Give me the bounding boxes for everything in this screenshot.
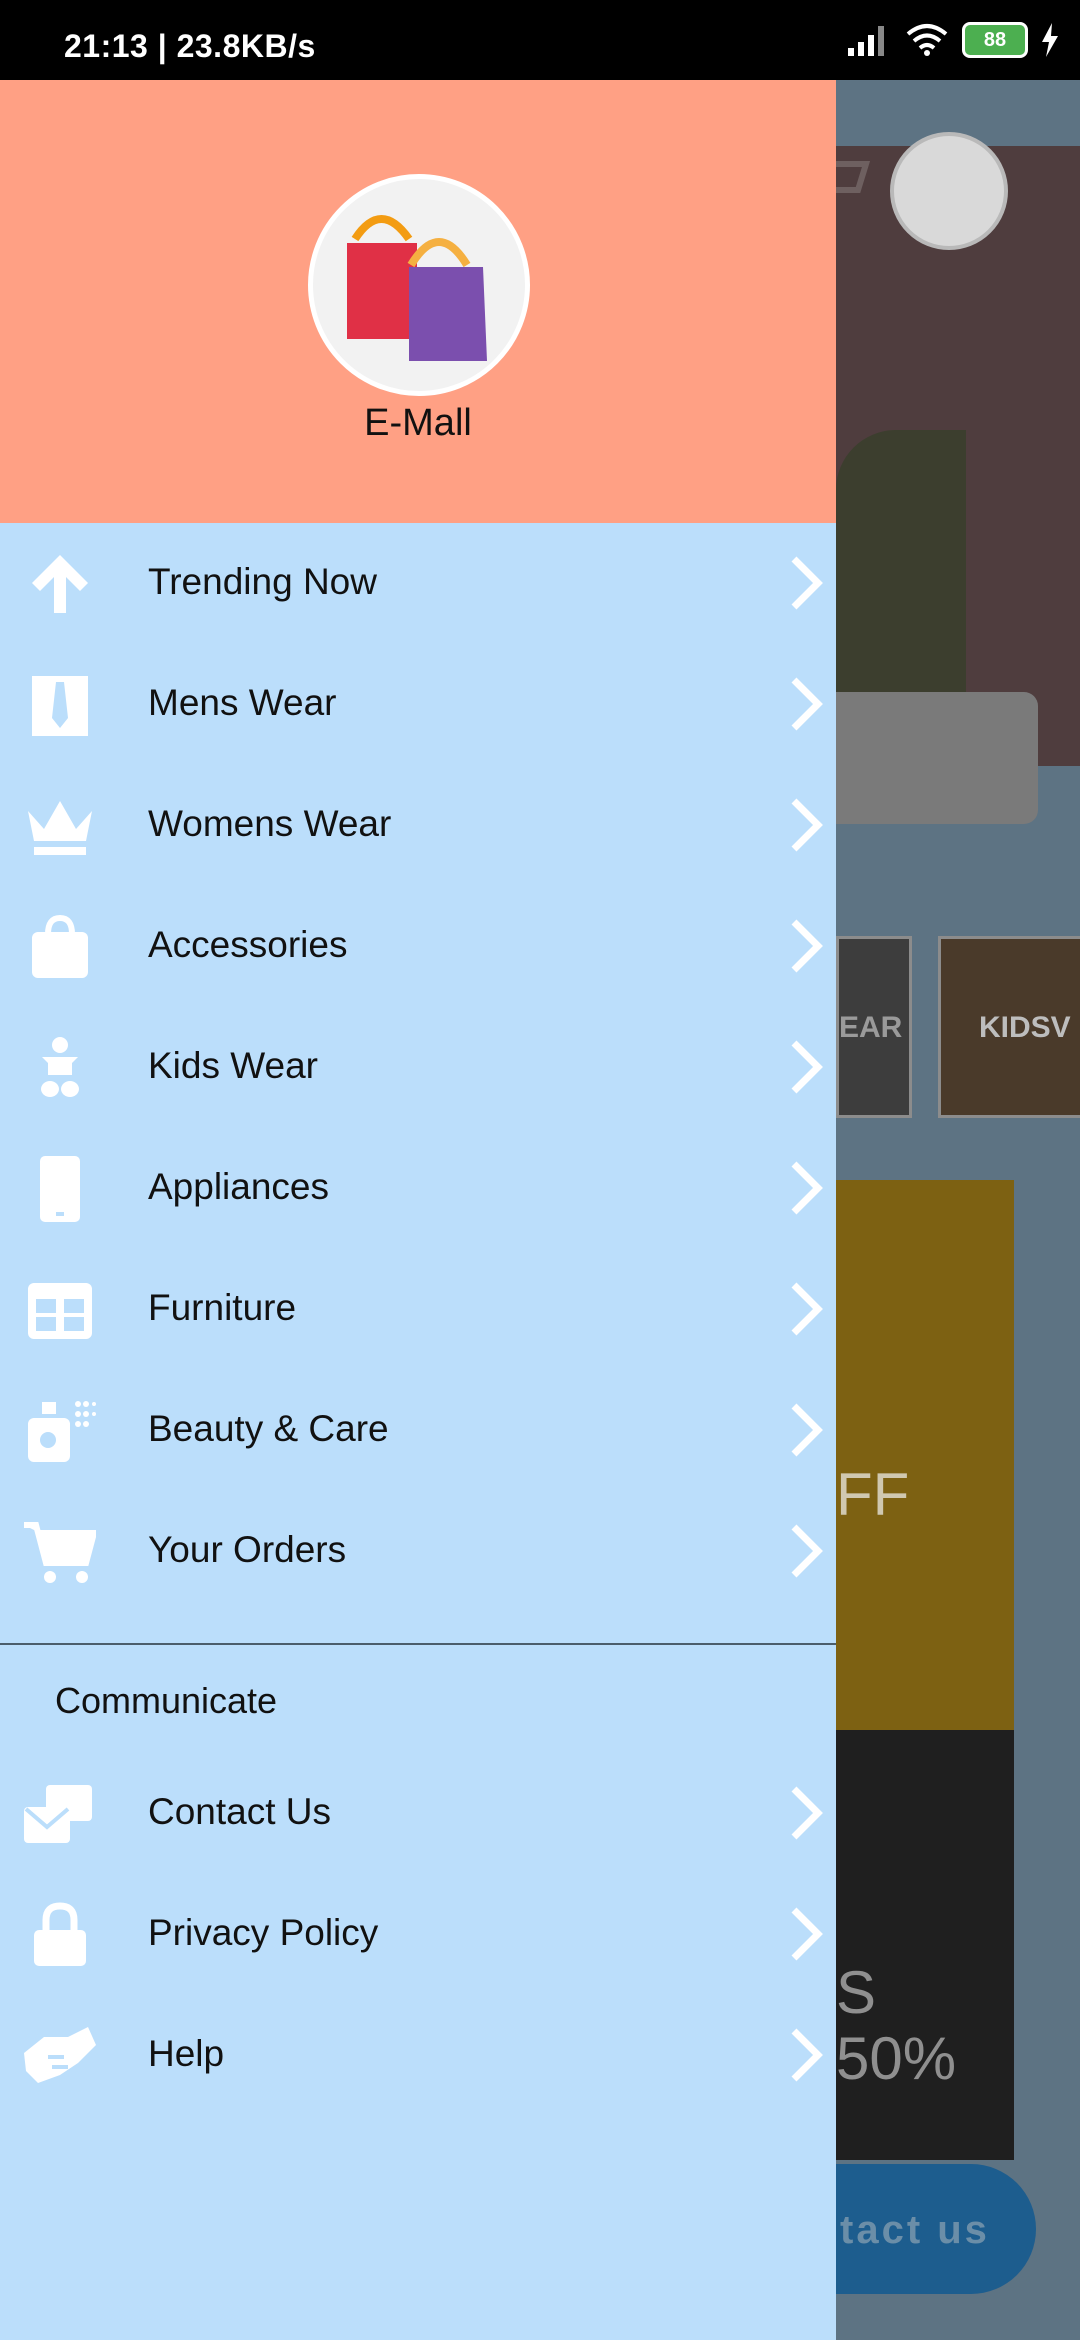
chevron-right-icon bbox=[791, 919, 823, 973]
profile-avatar bbox=[890, 132, 1008, 250]
menu-item-trending-now[interactable]: Trending Now bbox=[0, 523, 836, 644]
signal-icon bbox=[848, 26, 884, 56]
menu-item-your-orders[interactable]: Your Orders bbox=[0, 1491, 836, 1612]
menu-item-beauty-care[interactable]: Beauty & Care bbox=[0, 1370, 836, 1491]
menu-item-contact-us[interactable]: Contact Us bbox=[0, 1753, 836, 1874]
chevron-right-icon bbox=[791, 1403, 823, 1457]
search-card bbox=[836, 692, 1038, 824]
baby-icon bbox=[41, 1037, 79, 1097]
chevron-right-icon bbox=[791, 1786, 823, 1840]
handshake-icon bbox=[24, 2027, 96, 2083]
charging-icon bbox=[1042, 23, 1058, 57]
tie-icon bbox=[32, 676, 88, 736]
menu-item-privacy-policy[interactable]: Privacy Policy bbox=[0, 1874, 836, 1995]
status-icons: 88 bbox=[846, 22, 1060, 58]
menu-item-help[interactable]: Help bbox=[0, 1995, 836, 2116]
battery-indicator: 88 bbox=[962, 22, 1028, 58]
wifi-icon bbox=[906, 24, 948, 56]
navigation-drawer: E-Mall Trending Now Mens Wear Womens Wea… bbox=[0, 80, 836, 2340]
lock-icon bbox=[34, 1902, 86, 1966]
chevron-right-icon bbox=[791, 1161, 823, 1215]
shopping-bag-icon bbox=[32, 914, 88, 978]
brand-name: E-Mall bbox=[364, 402, 472, 444]
chevron-right-icon bbox=[791, 1282, 823, 1336]
menu-item-kids-wear[interactable]: Kids Wear bbox=[0, 1007, 836, 1128]
cart-icon bbox=[24, 1522, 96, 1583]
chevron-right-icon bbox=[791, 556, 823, 610]
status-time: 21:13 | 23.8KB/s bbox=[64, 28, 316, 64]
menu-item-womens-wear[interactable]: Womens Wear bbox=[0, 765, 836, 886]
offer-banner-2: S 50% bbox=[836, 1730, 1014, 2160]
spray-icon bbox=[28, 1401, 96, 1462]
cart-icon bbox=[836, 161, 871, 193]
table-icon bbox=[28, 1283, 92, 1339]
chevron-right-icon bbox=[791, 677, 823, 731]
communicate-section-header: Communicate bbox=[55, 1680, 278, 1721]
app-logo bbox=[308, 174, 530, 396]
chevron-right-icon bbox=[791, 798, 823, 852]
menu-item-accessories[interactable]: Accessories bbox=[0, 886, 836, 1007]
status-bar: 21:13 | 23.8KB/s 88 bbox=[0, 0, 1080, 80]
menu-item-furniture[interactable]: Furniture bbox=[0, 1249, 836, 1370]
category-tile: EAR bbox=[836, 936, 912, 1118]
menu-item-appliances[interactable]: Appliances bbox=[0, 1128, 836, 1249]
offer-banner: FF bbox=[836, 1180, 1014, 1730]
drawer-header: E-Mall bbox=[0, 80, 836, 523]
chevron-right-icon bbox=[791, 1040, 823, 1094]
menu-item-mens-wear[interactable]: Mens Wear bbox=[0, 644, 836, 765]
phone-icon bbox=[40, 1156, 80, 1222]
chevron-right-icon bbox=[791, 1907, 823, 1961]
drawer-menu: Trending Now Mens Wear Womens Wear Acces… bbox=[0, 523, 836, 2116]
chevron-right-icon bbox=[791, 1524, 823, 1578]
category-tile-kids: KIDSV bbox=[938, 936, 1080, 1118]
crown-icon bbox=[28, 801, 92, 855]
arrow-up-icon bbox=[32, 555, 88, 613]
mail-icon bbox=[24, 1785, 92, 1843]
chevron-right-icon bbox=[791, 2028, 823, 2082]
